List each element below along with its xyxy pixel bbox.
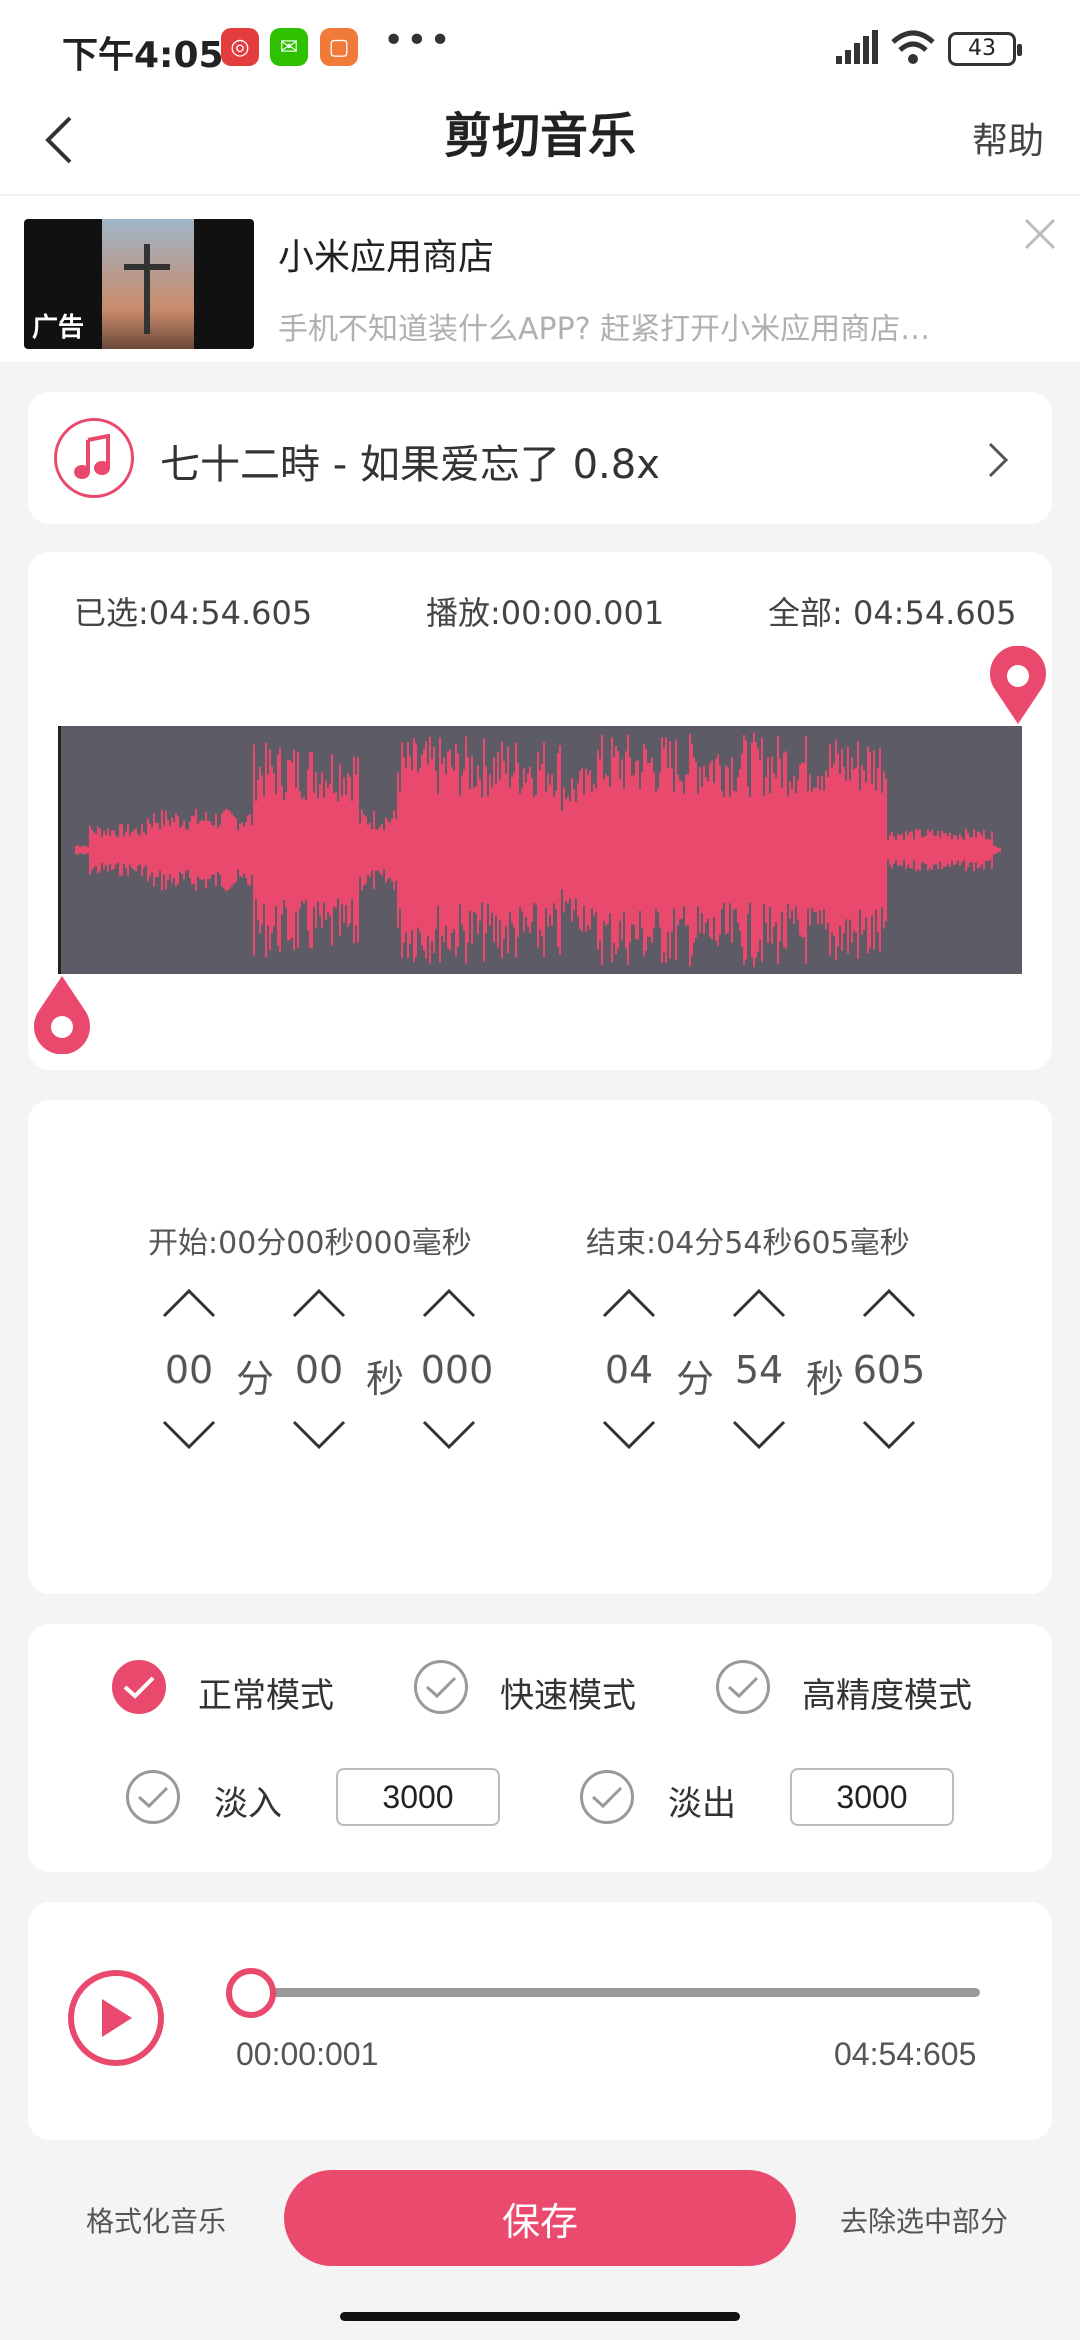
play-position: 播放:00:00.001 xyxy=(426,594,665,632)
current-time: 00:00:001 xyxy=(236,2036,379,2072)
time-adjust-card xyxy=(28,1100,1052,1594)
start-marker-line xyxy=(58,726,61,974)
fade-in-input[interactable]: 3000 xyxy=(336,1768,500,1826)
ad-description[interactable]: 手机不知道装什么APP? 赶紧打开小米应用商店… xyxy=(278,304,930,348)
end-marker-pin-icon[interactable] xyxy=(988,646,1048,726)
check-icon xyxy=(123,1676,155,1699)
check-icon xyxy=(137,1786,169,1809)
fade-out-input[interactable]: 3000 xyxy=(790,1768,954,1826)
start-sec-up-icon[interactable] xyxy=(290,1286,348,1320)
normal-mode-label[interactable]: 正常模式 xyxy=(198,1668,334,1717)
start-marker-pin-icon[interactable] xyxy=(32,974,92,1054)
start-sec-value[interactable]: 00 xyxy=(284,1348,354,1392)
fast-mode-label[interactable]: 快速模式 xyxy=(500,1668,636,1717)
player-card xyxy=(28,1902,1052,2140)
mi-store-icon: ▢ xyxy=(320,28,358,66)
end-sec-value[interactable]: 54 xyxy=(724,1348,794,1392)
start-ms-value[interactable]: 000 xyxy=(414,1348,500,1392)
help-button[interactable]: 帮助 xyxy=(972,112,1044,164)
precision-mode-checkbox[interactable] xyxy=(716,1660,770,1714)
end-ms-value[interactable]: 605 xyxy=(846,1348,932,1392)
end-sec-up-icon[interactable] xyxy=(730,1286,788,1320)
battery-indicator: 43 xyxy=(948,32,1022,66)
start-sec-unit: 秒 xyxy=(366,1357,405,1401)
wifi-icon xyxy=(891,30,935,64)
start-min-unit: 分 xyxy=(236,1357,275,1401)
ad-thumbnail[interactable]: 广告 xyxy=(24,219,254,349)
end-ms-down-icon[interactable] xyxy=(860,1418,918,1452)
end-min-unit: 分 xyxy=(676,1357,715,1401)
signal-icon xyxy=(836,30,878,64)
fade-in-checkbox[interactable] xyxy=(126,1770,180,1824)
progress-thumb[interactable] xyxy=(226,1968,276,2018)
more-notifications-icon: ••• xyxy=(383,20,453,61)
remove-selection-button[interactable]: 去除选中部分 xyxy=(840,2200,1008,2240)
format-music-button[interactable]: 格式化音乐 xyxy=(86,2200,226,2240)
end-min-down-icon[interactable] xyxy=(600,1418,658,1452)
fade-in-label: 淡入 xyxy=(214,1784,282,1824)
precision-mode-label[interactable]: 高精度模式 xyxy=(802,1668,972,1717)
total-duration: 全部: 04:54.605 xyxy=(768,594,1017,632)
mode-card xyxy=(28,1624,1052,1872)
music-note-icon xyxy=(54,418,134,498)
fade-out-label: 淡出 xyxy=(668,1784,736,1824)
wechat-icon: ✉ xyxy=(270,28,308,66)
check-icon xyxy=(591,1786,623,1809)
ad-title[interactable]: 小米应用商店 xyxy=(278,228,494,280)
status-time: 下午4:05 xyxy=(62,35,224,76)
end-time-label: 结束:04分54秒605毫秒 xyxy=(586,1226,910,1261)
normal-mode-checkbox[interactable] xyxy=(112,1660,166,1714)
selected-duration: 已选:04:54.605 xyxy=(74,594,313,632)
end-sec-down-icon[interactable] xyxy=(730,1418,788,1452)
page-title: 剪切音乐 xyxy=(443,108,636,164)
netease-music-icon: ◎ xyxy=(221,28,259,66)
start-time-label: 开始:00分00秒000毫秒 xyxy=(148,1226,472,1261)
progress-track[interactable] xyxy=(250,1988,980,1997)
waveform[interactable] xyxy=(60,726,1022,974)
start-sec-down-icon[interactable] xyxy=(290,1418,348,1452)
fade-out-checkbox[interactable] xyxy=(580,1770,634,1824)
total-time: 04:54:605 xyxy=(834,2036,977,2072)
end-min-value[interactable]: 04 xyxy=(594,1348,664,1392)
check-icon xyxy=(727,1676,759,1699)
start-ms-down-icon[interactable] xyxy=(420,1418,478,1452)
start-min-up-icon[interactable] xyxy=(160,1286,218,1320)
save-button[interactable]: 保存 xyxy=(284,2170,796,2266)
chevron-right-icon[interactable] xyxy=(986,440,1010,480)
start-min-down-icon[interactable] xyxy=(160,1418,218,1452)
fast-mode-checkbox[interactable] xyxy=(414,1660,468,1714)
end-min-up-icon[interactable] xyxy=(600,1286,658,1320)
song-title[interactable]: 七十二時 - 如果爱忘了 0.8x xyxy=(160,432,660,490)
play-button[interactable] xyxy=(68,1970,164,2066)
end-sec-unit: 秒 xyxy=(806,1357,845,1401)
start-ms-up-icon[interactable] xyxy=(420,1286,478,1320)
play-icon xyxy=(102,1999,132,2037)
ad-tag: 广告 xyxy=(32,313,85,343)
check-icon xyxy=(425,1676,457,1699)
close-icon[interactable] xyxy=(1022,216,1058,252)
end-ms-up-icon[interactable] xyxy=(860,1286,918,1320)
start-min-value[interactable]: 00 xyxy=(154,1348,224,1392)
home-indicator xyxy=(340,2312,740,2321)
